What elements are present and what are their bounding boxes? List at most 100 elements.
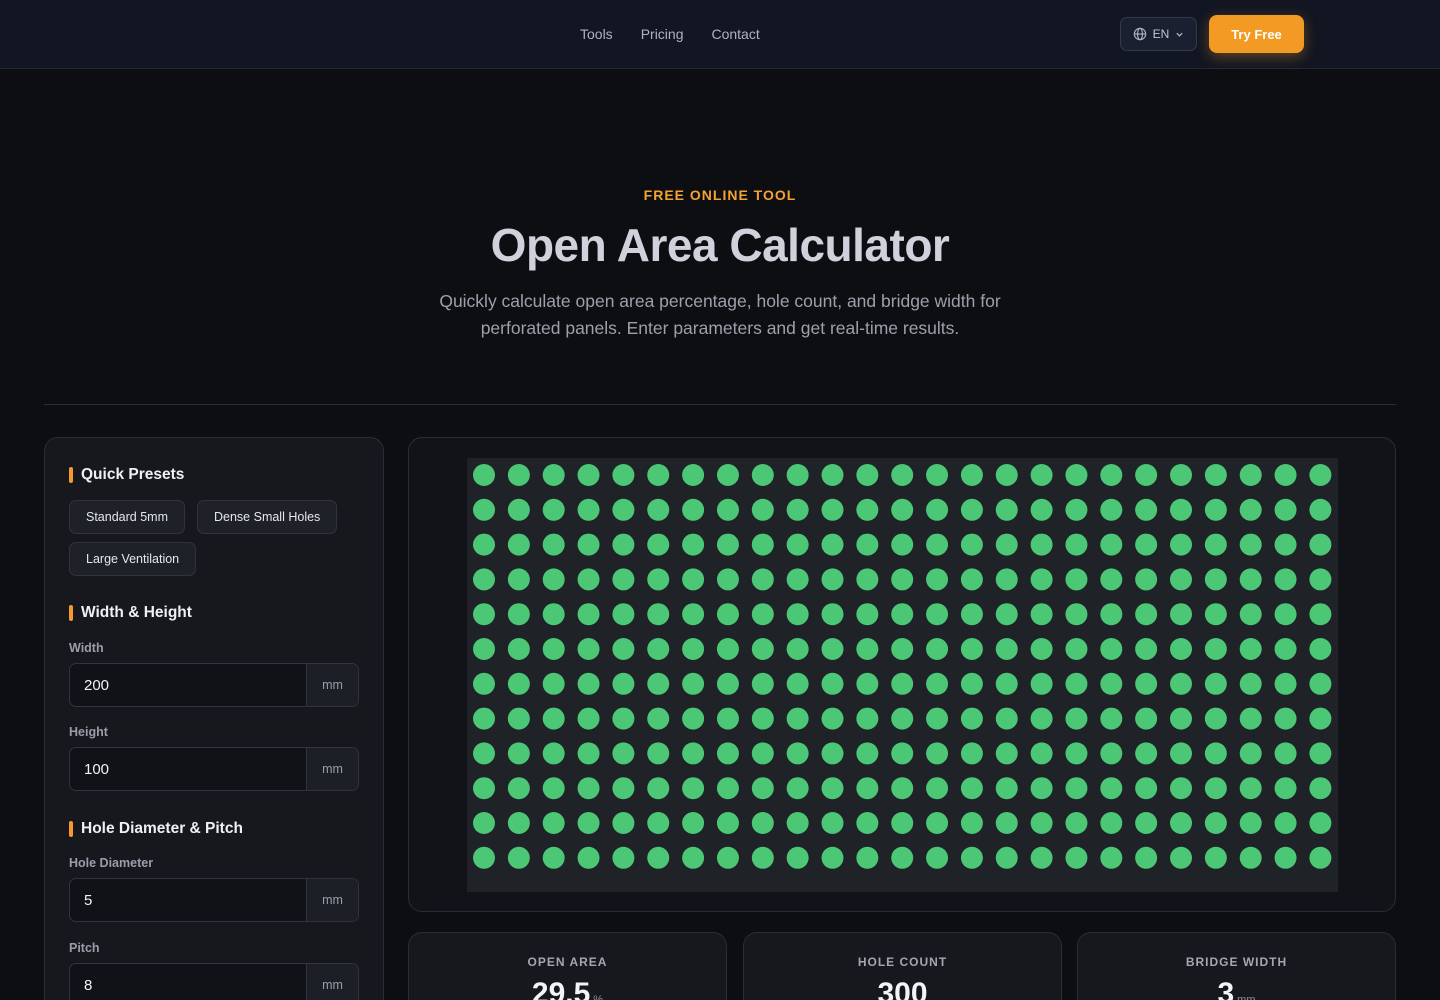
hole-circle [891,707,914,730]
hole-circle [926,846,949,869]
hole-circle [1065,638,1088,660]
hole-circle [682,672,705,695]
height-field: mm [69,747,359,791]
hole-circle [960,846,983,869]
preset-large-ventilation-button[interactable]: Large Ventilation [69,542,197,576]
hole-circle [1204,846,1227,869]
preview-panel [408,437,1396,912]
hole-circle [856,533,879,556]
nav-link-contact[interactable]: Contact [711,26,759,42]
hole-circle [716,846,739,869]
top-navbar: Tools Pricing Contact EN Try Free [0,0,1440,69]
hole-circle [1204,533,1227,556]
hole-circle [612,464,635,486]
hole-circle [856,638,879,660]
hole-circle [647,742,670,765]
preset-standard-5mm-button[interactable]: Standard 5mm [69,500,185,534]
chevron-down-icon [1175,30,1184,39]
hole-circle [821,603,844,626]
hole-circle [542,464,565,486]
hole-circle [891,846,914,869]
globe-icon [1133,27,1147,41]
hole-circle [1239,777,1262,800]
hole-circle [507,533,530,556]
hole-circle [891,533,914,556]
hole-circle [891,777,914,800]
hole-circle [1204,777,1227,800]
hole-circle [821,533,844,556]
hole-circle [1100,464,1123,486]
hole-circle [786,603,809,626]
hole-heading: Hole Diameter & Pitch [69,820,243,838]
hole-circle [647,707,670,730]
hole-circle [1135,846,1158,869]
accent-bar [69,821,73,837]
hole-circle [1100,568,1123,591]
hero-subtitle: Quickly calculate open area percentage, … [439,291,1001,338]
language-selector[interactable]: EN [1120,17,1197,51]
hole-circle [647,464,670,486]
hole-circle [1274,846,1297,869]
hole-circle [856,568,879,591]
hole-circle [1274,672,1297,695]
hole-circle [542,672,565,695]
hole-circle [1239,672,1262,695]
pitch-input[interactable] [70,964,306,1000]
hole-circle [821,846,844,869]
hole-circle [1030,672,1053,695]
hole-circle [960,533,983,556]
hole-circle [891,464,914,486]
hole-circle [786,533,809,556]
hole-circle [473,672,495,695]
hole-circle [1239,464,1262,486]
hole-circle [1239,812,1262,834]
hole-circle [1309,777,1332,800]
height-input[interactable] [70,748,306,790]
hole-circle [507,638,530,660]
hole-circle [1030,464,1053,486]
hole-count-value: 300 [877,977,928,1000]
hole-circle [995,742,1018,765]
hole-circle [891,603,914,626]
hole-circle [960,672,983,695]
hole-circle [682,464,705,486]
hole-circle [1100,672,1123,695]
hole-circle [612,742,635,765]
hole-circle [821,498,844,521]
hole-circle [751,846,774,869]
hole-circle [1135,603,1158,626]
hole-diameter-input[interactable] [70,879,306,921]
accent-bar [69,605,73,621]
hole-circle [786,464,809,486]
hole-pattern [473,464,1332,869]
nav-link-tools[interactable]: Tools [580,26,613,42]
hole-circle [542,603,565,626]
hole-circle [786,638,809,660]
preset-dense-small-holes-button[interactable]: Dense Small Holes [197,500,338,534]
try-free-button[interactable]: Try Free [1209,15,1304,53]
hole-circle [507,603,530,626]
hole-circle [1100,777,1123,800]
hole-circle [786,777,809,800]
hole-circle [542,742,565,765]
hole-circle [926,672,949,695]
hole-circle [1100,812,1123,834]
open-area-label: OPEN AREA [527,955,608,969]
hole-circle [1135,533,1158,556]
hole-circle [1239,533,1262,556]
nav-link-pricing[interactable]: Pricing [641,26,684,42]
hole-circle [1030,603,1053,626]
hole-circle [542,777,565,800]
hole-circle [1309,568,1332,591]
hole-circle [542,812,565,834]
width-input[interactable] [70,664,306,706]
hole-circle [647,812,670,834]
hole-circle [542,568,565,591]
hole-circle [507,846,530,869]
hole-circle [1274,742,1297,765]
hole-circle [1135,464,1158,486]
hole-circle [856,498,879,521]
hole-circle [995,568,1018,591]
hole-circle [1204,568,1227,591]
hero-eyebrow: FREE ONLINE TOOL [643,187,797,203]
